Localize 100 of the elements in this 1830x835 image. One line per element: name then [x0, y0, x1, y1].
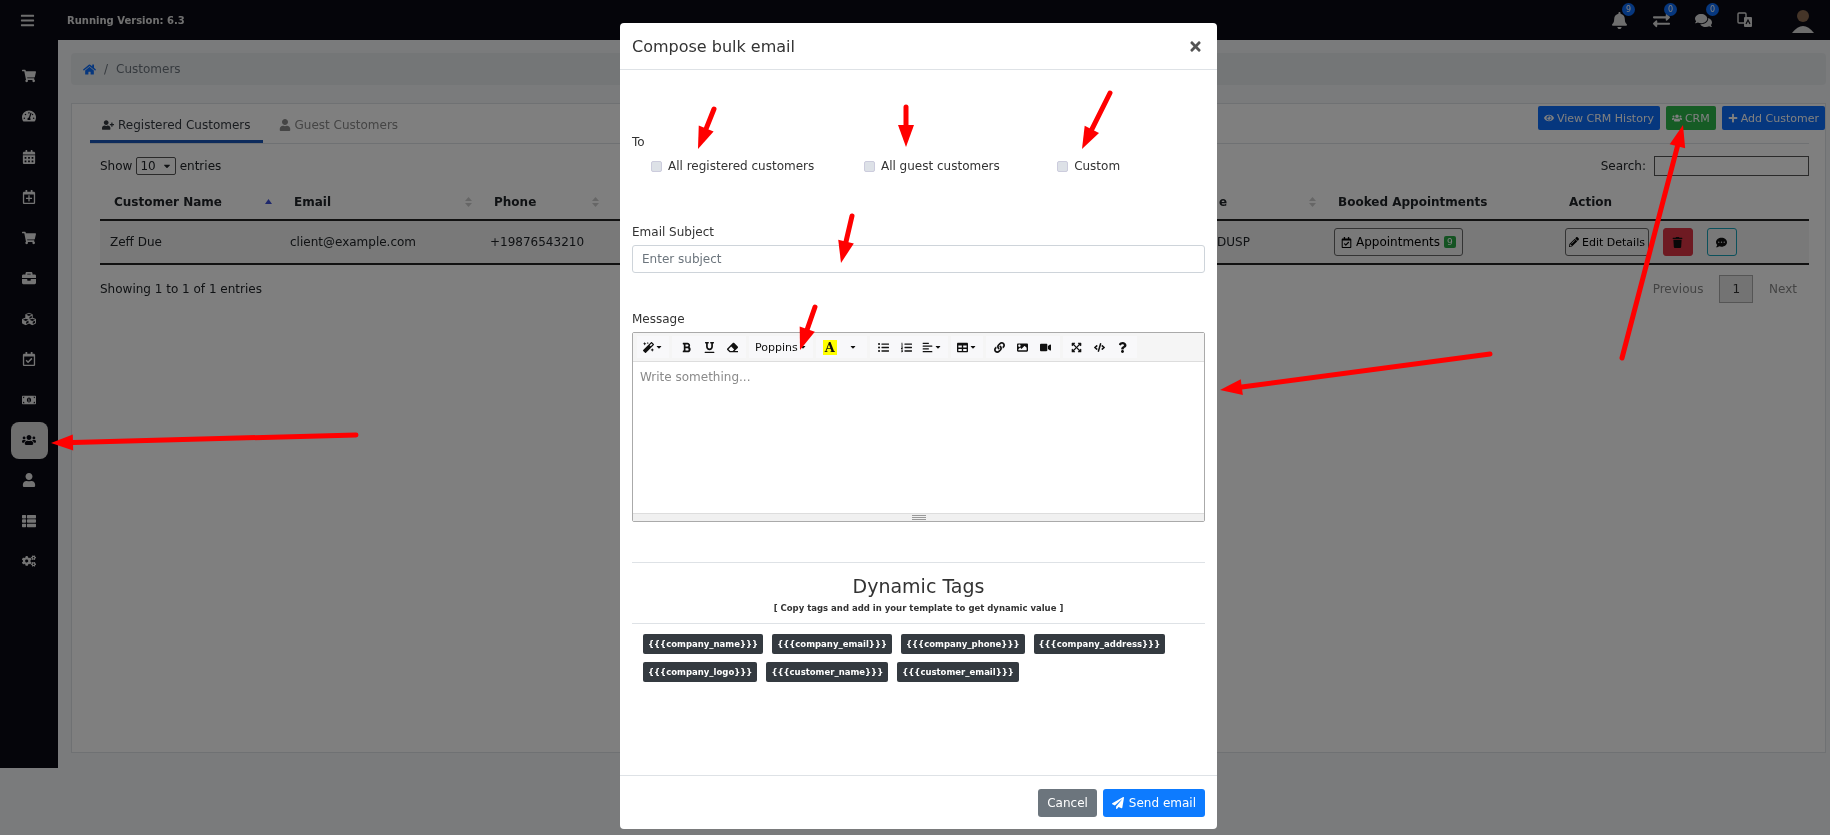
link-icon	[994, 341, 1006, 353]
chat-icon	[1716, 236, 1728, 248]
checkbox-label: All registered customers	[668, 159, 815, 173]
chat-icon[interactable]	[1694, 11, 1712, 29]
tag-chip[interactable]: {{{customer_email}}}	[897, 662, 1019, 682]
tag-chip[interactable]: {{{customer_name}}}	[766, 662, 889, 682]
annotation-arrow	[698, 106, 717, 149]
count-badge: 0	[1706, 2, 1720, 16]
count-badge: 0	[1664, 2, 1678, 16]
table-info: Showing 1 to 1 of 1 entries	[100, 282, 262, 296]
table-cell: +19876543210	[490, 235, 585, 249]
action-button[interactable]: View CRM History	[1537, 106, 1660, 130]
table-icon	[956, 341, 968, 353]
tags-title: Dynamic Tags	[851, 575, 986, 597]
calendar-check-icon	[22, 352, 36, 367]
send-icon	[1111, 796, 1124, 809]
user-icon	[22, 473, 36, 488]
checkbox[interactable]	[863, 160, 875, 172]
tag-chip[interactable]: {{{company_email}}}	[772, 634, 892, 654]
subject-label: Email Subject	[632, 225, 715, 239]
underline-icon	[703, 341, 715, 353]
message-editor[interactable]: Write something...	[633, 362, 1204, 513]
tags-hint: [ Copy tags and add in your template to get dynamic value ]	[772, 603, 1065, 613]
briefcase-icon	[22, 271, 36, 286]
search-field[interactable]	[1654, 156, 1809, 176]
dialog-title: Compose bulk email	[632, 36, 795, 56]
column-header[interactable]: Booked Appointments	[1338, 194, 1488, 209]
resize-grip-icon[interactable]	[911, 515, 926, 520]
caret-icon	[655, 343, 663, 351]
column-header[interactable]: Action	[1569, 194, 1613, 209]
avatar-icon[interactable]	[1790, 7, 1816, 33]
help-icon	[1117, 341, 1129, 353]
annotation-arrow	[898, 104, 914, 147]
translate-icon[interactable]	[1737, 12, 1753, 28]
bullet-list-icon	[878, 341, 890, 353]
video-icon	[1040, 341, 1052, 353]
code-icon	[1094, 341, 1106, 353]
edit-button[interactable]: Edit Details	[1565, 228, 1649, 256]
menu-icon[interactable]	[20, 12, 35, 28]
eye-icon	[1543, 113, 1554, 123]
users-icon	[1671, 113, 1682, 123]
message-label: Message	[632, 312, 686, 326]
search-label: Search:	[1600, 159, 1646, 173]
bell-icon[interactable]	[1610, 11, 1628, 29]
pagination-link[interactable]: Next	[1757, 276, 1809, 302]
tag-chip[interactable]: {{{company_logo}}}	[643, 662, 758, 682]
column-header[interactable]: Email	[294, 194, 332, 209]
subject-field[interactable]: Enter subject	[632, 245, 1205, 273]
show-label: Show	[100, 159, 133, 173]
checkbox[interactable]	[651, 160, 662, 172]
column-header[interactable]: Customer Name	[114, 194, 222, 209]
count-badge: 9	[1444, 236, 1456, 248]
caret-icon	[933, 343, 942, 351]
bold-icon	[680, 341, 692, 353]
table-cell: client@example.com	[290, 235, 417, 249]
breadcrumb-item: Customers	[116, 62, 181, 76]
page-size-select[interactable]: 10	[136, 157, 176, 175]
align-icon	[921, 341, 933, 353]
trash-icon	[1672, 236, 1684, 248]
column-header[interactable]: Phone	[494, 194, 537, 209]
numbered-list-icon	[901, 341, 913, 353]
eraser-icon	[726, 341, 738, 353]
tab[interactable]: Guest Customers	[266, 118, 411, 143]
send-button[interactable]: Send email	[1102, 788, 1205, 817]
annotation-arrow	[838, 213, 855, 263]
sidebar-item[interactable]	[10, 421, 48, 459]
delete-button[interactable]	[1662, 228, 1693, 256]
image-icon	[1017, 341, 1029, 353]
fullscreen-icon	[1071, 341, 1083, 353]
pagination-link[interactable]: 1	[1719, 275, 1754, 303]
sort-up-icon[interactable]	[265, 199, 272, 204]
caret-icon	[848, 343, 857, 351]
table-cell: Zeff Due	[110, 235, 162, 249]
user-plus-icon	[102, 119, 114, 131]
home-icon[interactable]	[83, 62, 96, 76]
version-label: Running Version: 6.3	[67, 14, 186, 26]
tag-chip[interactable]: {{{company_address}}}	[1033, 634, 1166, 654]
users-icon	[22, 433, 36, 447]
message-button[interactable]	[1706, 228, 1737, 256]
gauge-icon	[22, 109, 36, 124]
pagination-link[interactable]: Previous	[1640, 276, 1716, 302]
checkbox-label: Custom	[1074, 159, 1121, 173]
user-icon	[278, 119, 291, 131]
checkbox-label: All guest customers	[880, 159, 1000, 173]
checkbox[interactable]	[1057, 160, 1069, 172]
annotation-arrow	[799, 304, 818, 350]
caret-icon	[968, 343, 977, 351]
action-button[interactable]: Add Customer	[1721, 106, 1825, 130]
to-label: To	[632, 135, 646, 149]
column-header[interactable]: e	[1219, 194, 1228, 209]
gears-icon	[22, 554, 36, 569]
entries-label: entries	[179, 159, 222, 173]
tab[interactable]: Registered Customers	[90, 118, 263, 143]
cart-icon	[22, 68, 36, 83]
magic-wand-icon	[643, 341, 654, 353]
tag-chip[interactable]: {{{company_name}}}	[643, 634, 764, 654]
tag-chip[interactable]: {{{company_phone}}}	[901, 634, 1025, 654]
appointments-button[interactable]: Appointments 9	[1334, 228, 1463, 256]
close-icon[interactable]	[1188, 38, 1203, 54]
cancel-button[interactable]: Cancel	[1038, 788, 1097, 817]
